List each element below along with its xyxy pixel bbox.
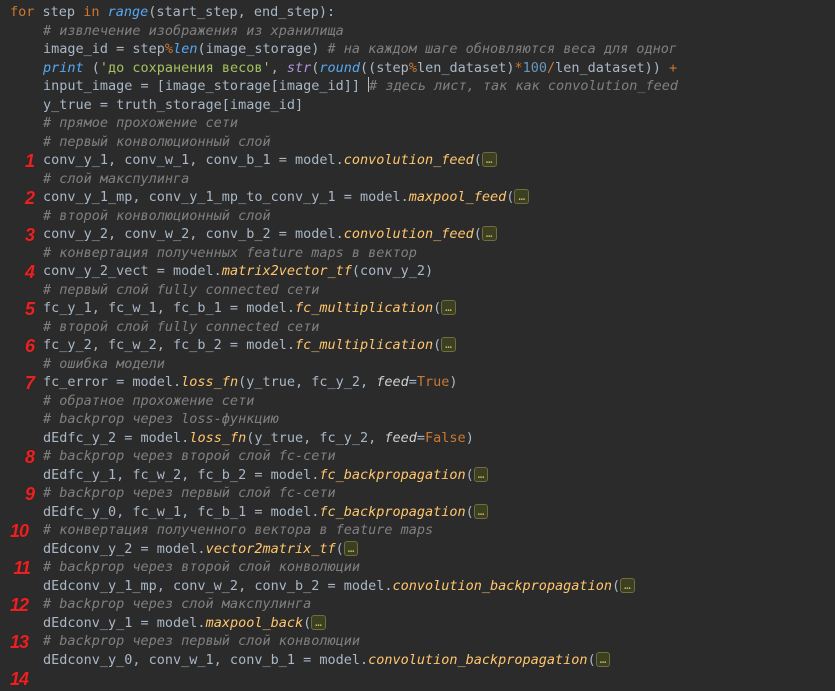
code-line: # backprop через первый слой конволюции	[10, 632, 678, 651]
code-line: dEdfc_y_0, fc_w_1, fc_b_1 = model.fc_bac…	[10, 503, 678, 522]
annotation-10: 10	[4, 522, 28, 541]
fold-icon[interactable]: …	[482, 226, 497, 241]
code-line: # backprop через первый слой fc-сети	[10, 484, 678, 503]
annotation-5: 5	[10, 300, 34, 319]
code-line: # первый конволюционный слой	[10, 133, 678, 152]
fold-icon[interactable]: …	[474, 504, 489, 519]
code-line: dEdconv_y_0, conv_w_1, conv_b_1 = model.…	[10, 651, 678, 670]
code-line: fc_y_2, fc_w_2, fc_b_2 = model.fc_multip…	[10, 336, 678, 355]
annotation-1: 1	[10, 152, 34, 171]
annotation-6: 6	[10, 337, 34, 356]
code-line: y_true = truth_storage[image_id]	[10, 96, 678, 115]
fold-icon[interactable]: …	[311, 615, 326, 630]
code-line: # обратное прохожение сети	[10, 392, 678, 411]
annotation-3: 3	[10, 226, 34, 245]
fold-icon[interactable]: …	[344, 541, 359, 556]
annotation-9: 9	[10, 485, 34, 504]
code-line: # backprop через слой макспулинга	[10, 595, 678, 614]
code-editor[interactable]: for step in range(start_step, end_step):…	[0, 0, 678, 669]
fold-icon[interactable]: …	[474, 467, 489, 482]
code-line: # первый слой fully connected сети	[10, 281, 678, 300]
code-line: # конвертация полученного вектора в feat…	[10, 521, 678, 540]
code-line: # извлечение изображения из хранилища	[10, 22, 678, 41]
fold-icon[interactable]: …	[596, 652, 611, 667]
code-line: # backprop через loss-функцию	[10, 410, 678, 429]
code-line: dEdconv_y_2 = model.vector2matrix_tf(…	[10, 540, 678, 559]
annotation-11: 11	[6, 559, 30, 578]
code-line: image_id = step%len(image_storage) # на …	[10, 40, 678, 59]
annotation-7: 7	[10, 374, 34, 393]
fold-icon[interactable]: …	[620, 578, 635, 593]
annotation-13: 13	[4, 633, 28, 652]
annotation-4: 4	[10, 263, 34, 282]
code-line: dEdfc_y_2 = model.loss_fn(y_true, fc_y_2…	[10, 429, 678, 448]
code-line: conv_y_2_vect = model.matrix2vector_tf(c…	[10, 262, 678, 281]
annotation-12: 12	[4, 596, 28, 615]
code-line: fc_error = model.loss_fn(y_true, fc_y_2,…	[10, 373, 678, 392]
code-line: dEdconv_y_1_mp, conv_w_2, conv_b_2 = mod…	[10, 577, 678, 596]
code-line: conv_y_2, conv_w_2, conv_b_2 = model.con…	[10, 225, 678, 244]
code-line: dEdfc_y_1, fc_w_2, fc_b_2 = model.fc_bac…	[10, 466, 678, 485]
code-line: # конвертация полученных feature maps в …	[10, 244, 678, 263]
code-line: dEdconv_y_1 = model.maxpool_back(…	[10, 614, 678, 633]
annotation-2: 2	[10, 189, 34, 208]
fold-icon[interactable]: …	[482, 152, 497, 167]
code-line: for step in range(start_step, end_step):	[10, 3, 678, 22]
code-line: conv_y_1, conv_w_1, conv_b_1 = model.con…	[10, 151, 678, 170]
annotation-8: 8	[10, 448, 34, 467]
code-line: # слой макспулинга	[10, 170, 678, 189]
code-line: # backprop через второй слой конволюции	[10, 558, 678, 577]
fold-icon[interactable]: …	[441, 300, 456, 315]
annotation-14: 14	[4, 670, 28, 689]
code-line: fc_y_1, fc_w_1, fc_b_1 = model.fc_multip…	[10, 299, 678, 318]
code-line: print ('до сохранения весов', str(round(…	[10, 59, 678, 78]
code-line: # второй слой fully connected сети	[10, 318, 678, 337]
code-line: conv_y_1_mp, conv_y_1_mp_to_conv_y_1 = m…	[10, 188, 678, 207]
code-line: input_image = [image_storage[image_id]] …	[10, 77, 678, 96]
code-line: # ошибка модели	[10, 355, 678, 374]
fold-icon[interactable]: …	[441, 337, 456, 352]
code-line: # backprop через второй слой fc-сети	[10, 447, 678, 466]
code-line: # второй конволюционный слой	[10, 207, 678, 226]
code-line: # прямое прохожение сети	[10, 114, 678, 133]
fold-icon[interactable]: …	[514, 189, 529, 204]
